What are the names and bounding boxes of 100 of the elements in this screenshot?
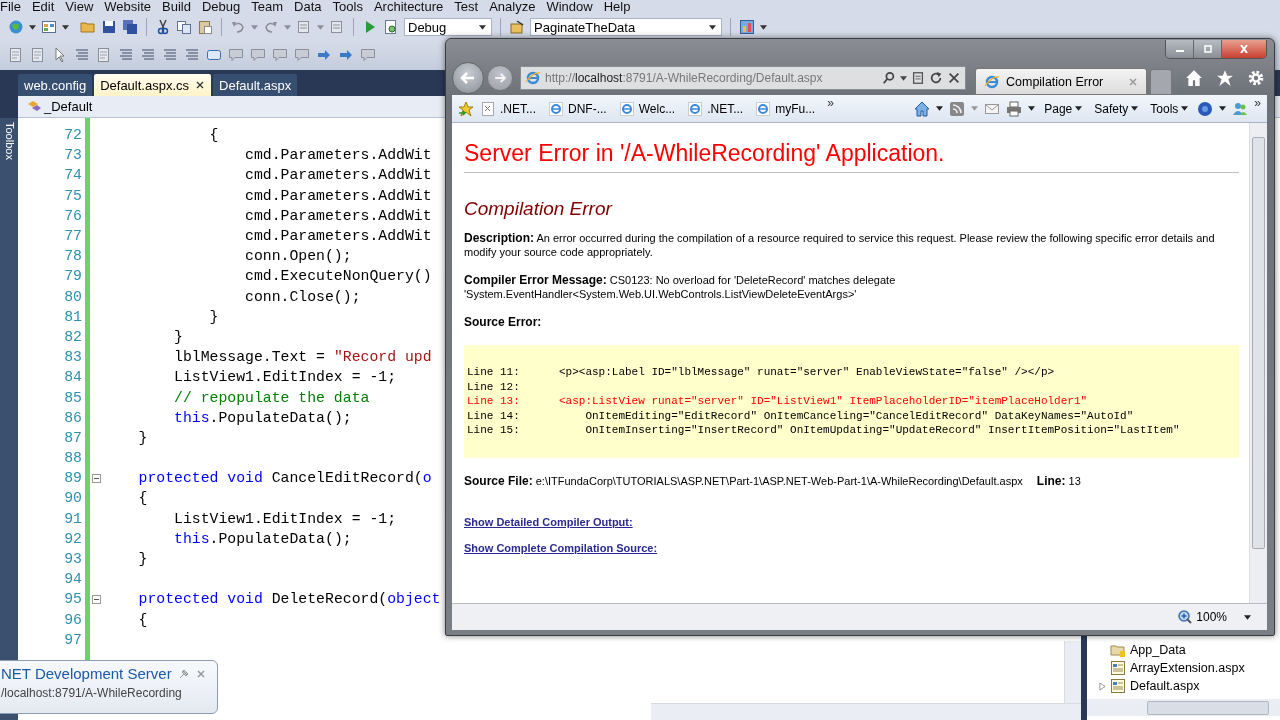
caret-icon[interactable] — [1028, 106, 1036, 111]
command-menu[interactable]: Safety — [1091, 101, 1142, 116]
redo-icon[interactable] — [263, 19, 279, 35]
configuration-dropdown[interactable]: Debug — [404, 18, 492, 36]
copy-icon[interactable] — [176, 19, 192, 35]
people-icon[interactable] — [1232, 100, 1249, 117]
document-icon[interactable] — [8, 47, 24, 63]
menu-item[interactable]: Window — [542, 0, 600, 14]
close-button[interactable] — [1222, 40, 1266, 58]
menu-item[interactable]: File — [0, 0, 28, 14]
favorite-link[interactable]: Welc... — [618, 100, 682, 117]
document-icon[interactable] — [329, 19, 345, 35]
caret-icon[interactable] — [62, 24, 69, 30]
page-link[interactable]: Show Detailed Compiler Output: — [464, 515, 633, 528]
menu-item[interactable]: Build — [158, 0, 198, 14]
menu-item[interactable]: View — [61, 0, 101, 14]
caret-icon[interactable] — [936, 106, 944, 111]
close-icon[interactable] — [195, 80, 206, 90]
speech-bubble-icon[interactable] — [294, 47, 310, 63]
chart-icon[interactable] — [739, 19, 755, 35]
caret-icon[interactable] — [900, 75, 907, 81]
editor-tab[interactable]: web.config — [18, 74, 93, 96]
scissors-icon[interactable] — [155, 19, 171, 35]
maximize-button[interactable] — [1194, 40, 1222, 58]
speech-bubble-icon[interactable] — [360, 47, 376, 63]
favorites-star-icon[interactable] — [458, 100, 474, 117]
printer-icon[interactable] — [1006, 100, 1023, 117]
menu-item[interactable]: Edit — [27, 0, 62, 14]
favorite-link[interactable]: .NET... — [480, 100, 542, 117]
command-menu[interactable]: Page — [1041, 101, 1086, 116]
refresh-icon[interactable] — [929, 71, 943, 85]
zoom-control[interactable]: 100% — [1177, 609, 1251, 625]
arrow-icon[interactable] — [338, 47, 354, 63]
command-menu[interactable]: Tools — [1147, 101, 1192, 116]
menu-item[interactable]: Architecture — [369, 0, 451, 14]
horizontal-scrollbar[interactable] — [651, 703, 1081, 720]
menu-item[interactable]: Help — [599, 0, 638, 14]
vertical-scrollbar[interactable] — [1249, 123, 1267, 603]
menu-item[interactable]: Analyze — [485, 0, 543, 14]
home-icon[interactable] — [1185, 69, 1203, 87]
menu-item[interactable]: Website — [100, 0, 159, 14]
lines-icon[interactable] — [184, 47, 200, 63]
save-icon[interactable] — [101, 19, 117, 35]
grid-icon[interactable] — [41, 19, 57, 35]
favorite-link[interactable]: DNF-... — [548, 100, 613, 117]
solution-item[interactable]: ArrayExtension.aspx — [1130, 661, 1245, 675]
document-search-icon[interactable] — [383, 19, 399, 35]
menu-item[interactable]: Debug — [197, 0, 248, 14]
save-all-icon[interactable] — [122, 19, 138, 35]
favorite-link[interactable]: myFu... — [755, 100, 822, 117]
document-icon[interactable] — [30, 47, 46, 63]
compatibility-icon[interactable] — [911, 71, 925, 85]
wand-icon[interactable] — [509, 19, 525, 35]
lines-icon[interactable] — [162, 47, 178, 63]
menu-item[interactable]: Test — [450, 0, 486, 14]
horizontal-scrollbar[interactable] — [1087, 699, 1280, 716]
document-icon[interactable] — [96, 47, 112, 63]
notification-popup[interactable]: NET Development Server /localhost:8791/A-WhileRecording — [0, 660, 218, 714]
speech-bubble-icon[interactable] — [272, 47, 288, 63]
browser-tab[interactable]: Compilation Error — [975, 68, 1147, 95]
more-favorites-button[interactable]: » — [827, 96, 834, 110]
home-icon[interactable] — [914, 100, 931, 117]
undo-icon[interactable] — [230, 19, 246, 35]
editor-tab[interactable]: Default.aspx — [213, 74, 298, 96]
more-commands-button[interactable]: » — [1254, 96, 1261, 110]
project-dropdown[interactable]: PaginateTheData — [530, 18, 722, 36]
lines-icon[interactable] — [74, 47, 90, 63]
favorite-link[interactable]: .NET... — [687, 100, 750, 117]
pin-icon[interactable] — [177, 667, 190, 680]
document-icon[interactable] — [296, 19, 312, 35]
lines-icon[interactable] — [140, 47, 156, 63]
menu-item[interactable]: Tools — [328, 0, 370, 14]
stop-icon[interactable] — [947, 71, 961, 85]
caret-icon[interactable] — [29, 24, 36, 30]
menu-item[interactable]: Team — [247, 0, 291, 14]
globe-icon[interactable] — [8, 19, 24, 35]
solution-item[interactable]: App_Data — [1130, 643, 1186, 657]
vertical-scrollbar[interactable] — [1064, 641, 1081, 703]
expand-icon[interactable] — [1099, 681, 1106, 691]
menu-item[interactable]: Data — [290, 0, 329, 14]
lines-icon[interactable] — [118, 47, 134, 63]
toolbox-label[interactable]: Toolbox — [4, 122, 16, 160]
folder-icon[interactable] — [80, 19, 96, 35]
minimize-button[interactable] — [1166, 40, 1194, 58]
search-icon[interactable] — [882, 71, 896, 85]
speech-bubble-icon[interactable] — [250, 47, 266, 63]
paste-icon[interactable] — [197, 19, 213, 35]
settings-icon[interactable] — [1247, 69, 1265, 87]
collapse-icon[interactable] — [92, 594, 101, 604]
new-tab-button[interactable] — [1150, 69, 1172, 95]
editor-tab[interactable]: Default.aspx.cs — [94, 74, 212, 96]
feed-icon[interactable] — [949, 100, 966, 117]
back-button[interactable] — [452, 62, 484, 94]
caret-icon[interactable] — [1219, 106, 1227, 111]
overflow-icon[interactable] — [760, 24, 767, 30]
address-bar[interactable]: http://localhost:8791/A-WhileRecording/Default.aspx — [520, 66, 966, 90]
solution-item[interactable]: Default.aspx — [1130, 679, 1200, 693]
forward-button[interactable] — [487, 65, 513, 91]
star-icon[interactable] — [1216, 69, 1234, 87]
help-icon[interactable] — [1197, 100, 1214, 117]
